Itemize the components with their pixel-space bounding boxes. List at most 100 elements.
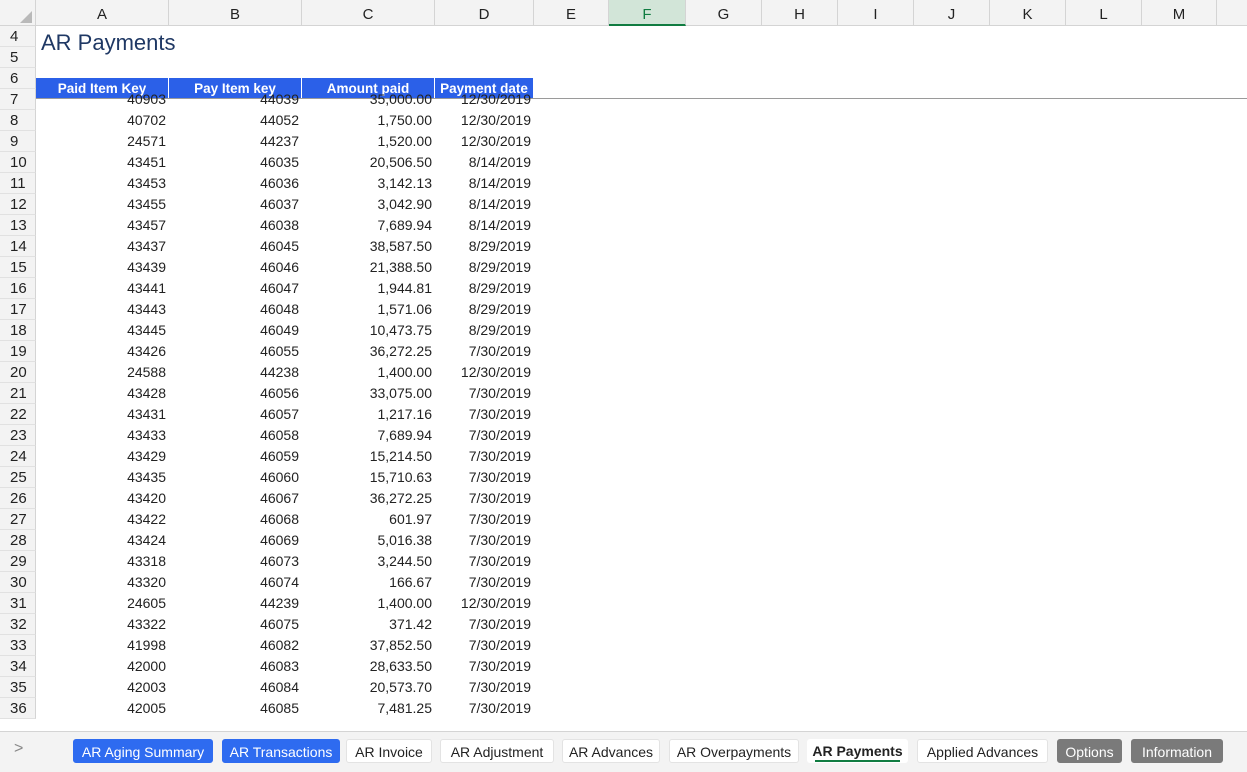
- table-cell[interactable]: 46045: [169, 236, 302, 257]
- column-header-j[interactable]: J: [914, 0, 990, 26]
- table-cell[interactable]: 44039: [169, 89, 302, 110]
- table-cell[interactable]: 43431: [36, 404, 169, 425]
- table-cell[interactable]: 8/14/2019: [435, 173, 534, 194]
- table-cell[interactable]: 12/30/2019: [435, 110, 534, 131]
- row-header[interactable]: 29: [0, 551, 36, 572]
- table-cell[interactable]: 8/29/2019: [435, 278, 534, 299]
- table-cell[interactable]: 46047: [169, 278, 302, 299]
- table-cell[interactable]: 43422: [36, 509, 169, 530]
- table-cell[interactable]: 43428: [36, 383, 169, 404]
- table-cell[interactable]: 8/14/2019: [435, 152, 534, 173]
- table-cell[interactable]: 46035: [169, 152, 302, 173]
- column-header-m[interactable]: M: [1142, 0, 1217, 26]
- table-cell[interactable]: 7,689.94: [302, 215, 435, 236]
- table-cell[interactable]: 46058: [169, 425, 302, 446]
- table-cell[interactable]: 7/30/2019: [435, 677, 534, 698]
- table-cell[interactable]: 46074: [169, 572, 302, 593]
- table-cell[interactable]: 35,000.00: [302, 89, 435, 110]
- table-cell[interactable]: 15,214.50: [302, 446, 435, 467]
- table-cell[interactable]: 41998: [36, 635, 169, 656]
- table-cell[interactable]: 36,272.25: [302, 341, 435, 362]
- table-cell[interactable]: 46073: [169, 551, 302, 572]
- table-cell[interactable]: 7/30/2019: [435, 635, 534, 656]
- row-header[interactable]: 9: [0, 131, 36, 152]
- table-cell[interactable]: 43437: [36, 236, 169, 257]
- table-cell[interactable]: 37,852.50: [302, 635, 435, 656]
- table-cell[interactable]: 46037: [169, 194, 302, 215]
- table-cell[interactable]: 43445: [36, 320, 169, 341]
- table-cell[interactable]: 7/30/2019: [435, 488, 534, 509]
- select-all-corner[interactable]: [0, 0, 36, 26]
- table-cell[interactable]: 36,272.25: [302, 488, 435, 509]
- table-cell[interactable]: 8/14/2019: [435, 194, 534, 215]
- sheet-tab-information[interactable]: Information: [1131, 739, 1223, 763]
- table-cell[interactable]: 43435: [36, 467, 169, 488]
- table-cell[interactable]: 7/30/2019: [435, 509, 534, 530]
- table-cell[interactable]: 7/30/2019: [435, 656, 534, 677]
- row-header[interactable]: 32: [0, 614, 36, 635]
- sheet-tab-ar-transactions[interactable]: AR Transactions: [222, 739, 340, 763]
- row-header[interactable]: 18: [0, 320, 36, 341]
- table-cell[interactable]: 7,689.94: [302, 425, 435, 446]
- column-header-k[interactable]: K: [990, 0, 1066, 26]
- table-cell[interactable]: 46056: [169, 383, 302, 404]
- table-cell[interactable]: 46084: [169, 677, 302, 698]
- row-header[interactable]: 17: [0, 299, 36, 320]
- table-cell[interactable]: 38,587.50: [302, 236, 435, 257]
- table-cell[interactable]: 40702: [36, 110, 169, 131]
- table-cell[interactable]: 7/30/2019: [435, 698, 534, 719]
- table-cell[interactable]: 42005: [36, 698, 169, 719]
- table-cell[interactable]: 43433: [36, 425, 169, 446]
- table-cell[interactable]: 43318: [36, 551, 169, 572]
- column-header-i[interactable]: I: [838, 0, 914, 26]
- table-cell[interactable]: 1,520.00: [302, 131, 435, 152]
- table-cell[interactable]: 371.42: [302, 614, 435, 635]
- row-header[interactable]: 36: [0, 698, 36, 719]
- table-cell[interactable]: 8/29/2019: [435, 236, 534, 257]
- table-cell[interactable]: 1,944.81: [302, 278, 435, 299]
- table-cell[interactable]: 46083: [169, 656, 302, 677]
- column-header-g[interactable]: G: [686, 0, 762, 26]
- table-cell[interactable]: 46085: [169, 698, 302, 719]
- column-header-b[interactable]: B: [169, 0, 302, 26]
- column-header-c[interactable]: C: [302, 0, 435, 26]
- row-header[interactable]: 16: [0, 278, 36, 299]
- table-cell[interactable]: 43322: [36, 614, 169, 635]
- table-cell[interactable]: 7/30/2019: [435, 404, 534, 425]
- table-cell[interactable]: 20,573.70: [302, 677, 435, 698]
- row-header[interactable]: 15: [0, 257, 36, 278]
- table-cell[interactable]: 15,710.63: [302, 467, 435, 488]
- row-header[interactable]: 20: [0, 362, 36, 383]
- row-header[interactable]: 34: [0, 656, 36, 677]
- table-cell[interactable]: 7/30/2019: [435, 467, 534, 488]
- row-header[interactable]: 23: [0, 425, 36, 446]
- table-cell[interactable]: 46055: [169, 341, 302, 362]
- table-cell[interactable]: 8/29/2019: [435, 257, 534, 278]
- column-header-h[interactable]: H: [762, 0, 838, 26]
- table-cell[interactable]: 43455: [36, 194, 169, 215]
- table-cell[interactable]: 43426: [36, 341, 169, 362]
- row-header[interactable]: 30: [0, 572, 36, 593]
- table-cell[interactable]: 20,506.50: [302, 152, 435, 173]
- table-cell[interactable]: 46060: [169, 467, 302, 488]
- table-cell[interactable]: 8/29/2019: [435, 299, 534, 320]
- table-cell[interactable]: 166.67: [302, 572, 435, 593]
- sheet-tab-ar-aging-summary[interactable]: AR Aging Summary: [73, 739, 213, 763]
- sheet-tab-options[interactable]: Options: [1057, 739, 1122, 763]
- column-header-f[interactable]: F: [609, 0, 686, 26]
- table-cell[interactable]: 3,142.13: [302, 173, 435, 194]
- row-header[interactable]: 31: [0, 593, 36, 614]
- row-header[interactable]: 26: [0, 488, 36, 509]
- row-header[interactable]: 14: [0, 236, 36, 257]
- column-header-e[interactable]: E: [534, 0, 609, 26]
- table-cell[interactable]: 7/30/2019: [435, 425, 534, 446]
- table-cell[interactable]: 33,075.00: [302, 383, 435, 404]
- table-cell[interactable]: 24605: [36, 593, 169, 614]
- row-header[interactable]: 7: [0, 89, 36, 110]
- table-cell[interactable]: 44237: [169, 131, 302, 152]
- table-cell[interactable]: 46049: [169, 320, 302, 341]
- tab-scroll-arrow[interactable]: >: [14, 740, 23, 758]
- table-cell[interactable]: 3,244.50: [302, 551, 435, 572]
- table-cell[interactable]: 43320: [36, 572, 169, 593]
- sheet-tab-ar-payments[interactable]: AR Payments: [807, 739, 908, 763]
